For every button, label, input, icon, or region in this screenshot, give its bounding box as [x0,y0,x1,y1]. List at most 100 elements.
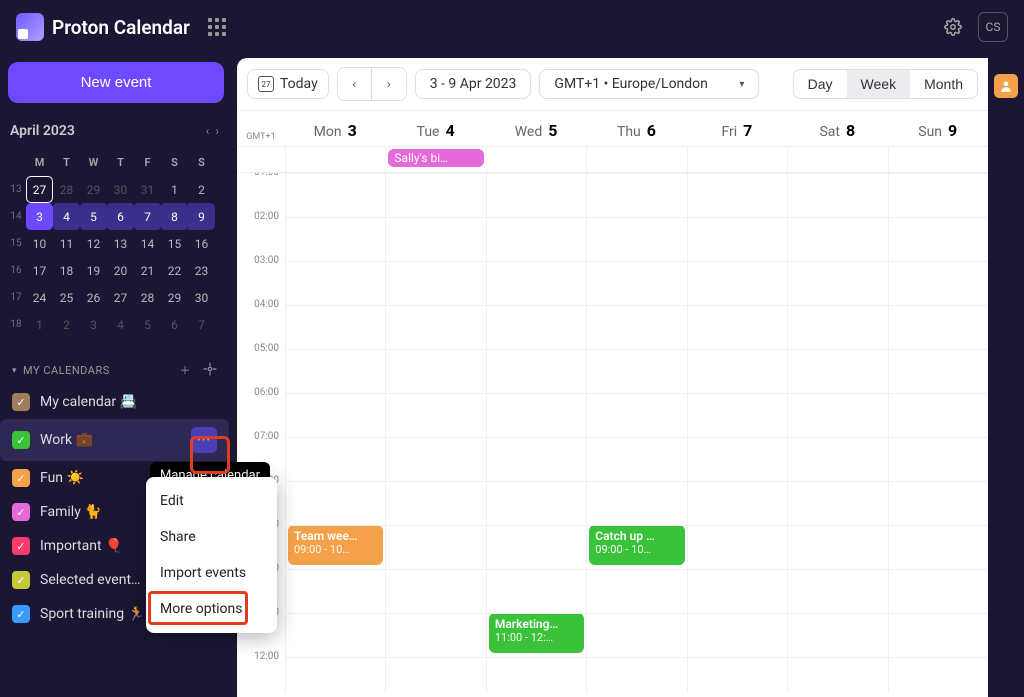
new-event-button[interactable]: New event [8,62,224,103]
add-calendar-icon[interactable]: ＋ [180,362,192,379]
mini-day[interactable]: 21 [134,257,161,284]
calendar-checkbox[interactable]: ✓ [12,469,30,487]
mini-day[interactable]: 10 [26,230,53,257]
ctx-import[interactable]: Import events [146,555,277,591]
mini-day[interactable]: 19 [80,257,107,284]
mini-day[interactable]: 4 [107,311,134,338]
mini-day[interactable]: 6 [107,203,134,230]
mini-day[interactable]: 24 [26,284,53,311]
mini-day[interactable]: 5 [134,311,161,338]
prev-week-button[interactable]: ‹ [338,68,372,100]
mini-day[interactable]: 14 [134,230,161,257]
ctx-share[interactable]: Share [146,519,277,555]
allday-event[interactable]: Sally's bi… [388,149,483,167]
mini-day[interactable]: 23 [188,257,215,284]
mini-prev-icon[interactable]: ‹ [206,124,210,138]
day-header[interactable]: Wed5 [486,111,586,146]
mini-next-icon[interactable]: › [215,124,219,138]
mini-day[interactable]: 7 [188,311,215,338]
mini-dow: S [161,149,188,176]
calendar-checkbox[interactable]: ✓ [12,431,30,449]
mini-day[interactable]: 31 [134,176,161,203]
calendar-menu-button[interactable]: ⋯ [191,427,217,453]
calendar-event[interactable]: Team wee…09:00 - 10… [288,525,383,565]
chevron-down-icon: ▾ [12,366,17,376]
mini-day[interactable]: 1 [26,311,53,338]
apps-grid-icon[interactable] [208,18,226,36]
mini-day[interactable]: 28 [53,176,80,203]
calendar-checkbox[interactable]: ✓ [12,605,30,623]
mini-dow: T [107,149,134,176]
day-header[interactable]: Fri7 [687,111,787,146]
calendar-checkbox[interactable]: ✓ [12,571,30,589]
mini-day[interactable]: 16 [188,230,215,257]
mini-day[interactable]: 7 [134,203,161,230]
week-number: 17 [6,284,26,311]
calendar-label: Work 💼 [40,432,181,448]
user-avatar[interactable]: CS [978,12,1008,42]
gear-icon[interactable] [944,18,962,36]
ctx-edit[interactable]: Edit [146,483,277,519]
mini-day[interactable]: 30 [188,284,215,311]
calendars-gear-icon[interactable] [203,362,217,379]
mini-day[interactable]: 25 [53,284,80,311]
app-logo[interactable]: Proton Calendar [16,13,190,41]
mini-day[interactable]: 2 [53,311,80,338]
mini-day[interactable]: 2 [188,176,215,203]
calendar-checkbox[interactable]: ✓ [12,503,30,521]
mini-day[interactable]: 6 [161,311,188,338]
week-number: 18 [6,311,26,338]
date-range-picker[interactable]: 3 - 9 Apr 2023 [415,69,532,99]
calendar-event[interactable]: Marketing…11:00 - 12:… [489,613,584,653]
mini-day[interactable]: 5 [80,203,107,230]
week-number: 15 [6,230,26,257]
contacts-icon[interactable] [994,74,1018,98]
mini-day[interactable]: 22 [161,257,188,284]
ctx-more-options[interactable]: More options [146,591,277,627]
mini-day[interactable]: 18 [53,257,80,284]
day-header[interactable]: Mon3 [285,111,385,146]
mini-dow: S [188,149,215,176]
day-header[interactable]: Thu6 [586,111,686,146]
calendar-item[interactable]: ✓ My calendar 📇 [0,385,229,419]
week-number: 16 [6,257,26,284]
mini-dow: F [134,149,161,176]
calendar-event[interactable]: Catch up …09:00 - 10… [589,525,684,565]
my-calendars-header[interactable]: ▾ MY CALENDARS ＋ [0,356,229,385]
mini-day[interactable]: 3 [26,203,53,230]
calendar-checkbox[interactable]: ✓ [12,393,30,411]
day-header[interactable]: Sat8 [787,111,887,146]
mini-day[interactable]: 13 [107,230,134,257]
calendar-label: My calendar 📇 [40,394,217,410]
view-week[interactable]: Week [847,70,911,98]
mini-day[interactable]: 17 [26,257,53,284]
mini-day[interactable]: 29 [161,284,188,311]
mini-day[interactable]: 3 [80,311,107,338]
calendar-context-menu: Edit Share Import events More options [146,477,277,633]
mini-day[interactable]: 1 [161,176,188,203]
mini-day[interactable]: 15 [161,230,188,257]
mini-day[interactable]: 27 [26,176,53,203]
mini-day[interactable]: 27 [107,284,134,311]
mini-day[interactable]: 26 [80,284,107,311]
mini-day[interactable]: 29 [80,176,107,203]
mini-day[interactable]: 20 [107,257,134,284]
mini-dow: M [26,149,53,176]
calendar-checkbox[interactable]: ✓ [12,537,30,555]
mini-day[interactable]: 30 [107,176,134,203]
today-button[interactable]: 27 Today [247,69,329,99]
view-month[interactable]: Month [910,70,977,98]
mini-day[interactable]: 9 [188,203,215,230]
view-day[interactable]: Day [794,70,847,98]
mini-day[interactable]: 8 [161,203,188,230]
mini-day[interactable]: 12 [80,230,107,257]
mini-day[interactable]: 4 [53,203,80,230]
mini-day[interactable]: 11 [53,230,80,257]
day-header[interactable]: Sun9 [888,111,988,146]
mini-dow: T [53,149,80,176]
calendar-item[interactable]: ✓ Work 💼 ⋯ [0,419,229,461]
day-header[interactable]: Tue4 [385,111,485,146]
mini-day[interactable]: 28 [134,284,161,311]
next-week-button[interactable]: › [372,68,406,100]
timezone-select[interactable]: GMT+1 • Europe/London ▾ [539,69,759,99]
